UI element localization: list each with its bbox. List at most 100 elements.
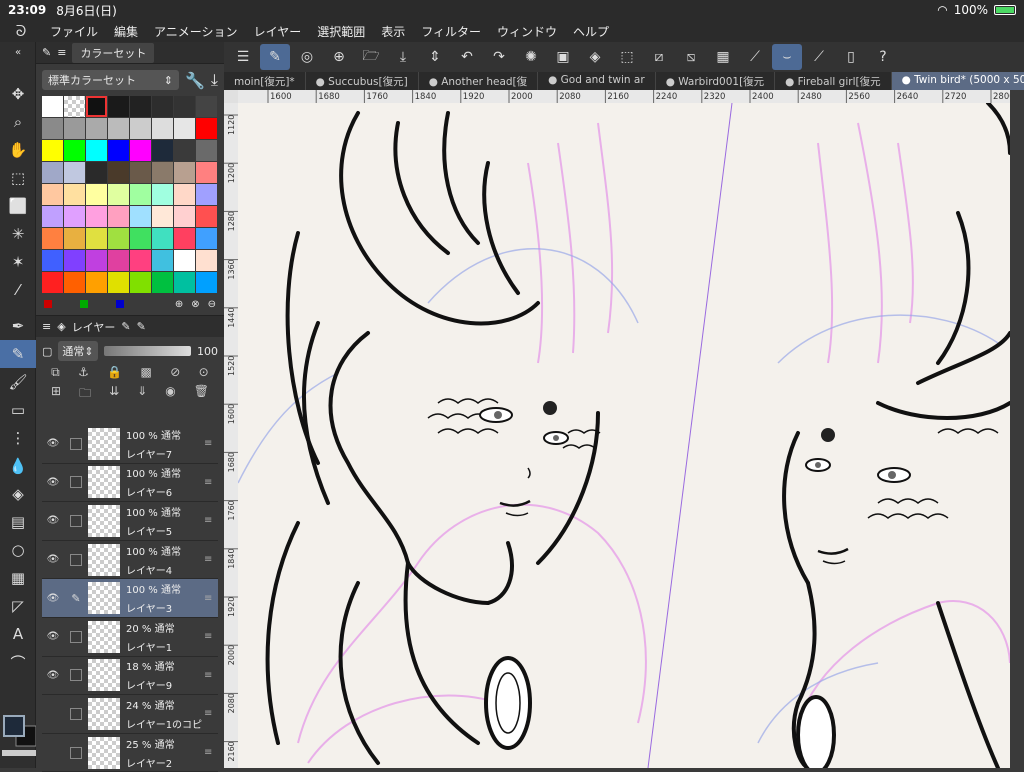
pen-pressure-icon[interactable]: ⟋ (804, 44, 834, 70)
layer-property-icon[interactable]: ✎ (121, 320, 130, 333)
color-swatch[interactable] (86, 118, 107, 139)
brush-icon[interactable]: ✎ (42, 46, 51, 59)
layer-row[interactable]: 👁 18 % 通常 レイヤー9 ≡ (42, 656, 218, 696)
smartphone-icon[interactable]: ▯ (836, 44, 866, 70)
color-swatch[interactable] (174, 140, 195, 161)
drag-handle-icon[interactable]: ≡ (204, 438, 218, 449)
stroke-correction-icon[interactable]: ⟋ (740, 44, 770, 70)
drag-handle-icon[interactable]: ≡ (204, 631, 218, 642)
color-swatch[interactable] (42, 184, 63, 205)
color-swatch[interactable] (130, 206, 151, 227)
color-swatch[interactable] (42, 140, 63, 161)
transform-icon[interactable]: ⬚ (612, 44, 642, 70)
save-icon[interactable]: ⤓ (388, 44, 418, 70)
color-swatch[interactable] (196, 206, 217, 227)
color-swatch[interactable] (108, 140, 129, 161)
snap-off-icon[interactable]: ⧄ (644, 44, 674, 70)
opacity-value[interactable]: 100 (197, 345, 218, 358)
color-swatch[interactable] (152, 140, 173, 161)
color-swatch[interactable] (86, 206, 107, 227)
tab-doc[interactable]: ● Another head[復 (419, 72, 539, 90)
color-swatch[interactable] (196, 118, 217, 139)
color-swatch[interactable] (86, 272, 107, 293)
color-swatch[interactable] (130, 162, 151, 183)
brush-tool-icon[interactable]: 🖌 (0, 368, 36, 396)
menu-animation[interactable]: アニメーション (146, 23, 246, 40)
eraser-tool-icon[interactable]: ▭ (0, 396, 36, 424)
color-swatch[interactable] (196, 250, 217, 271)
add-color-variant-icon[interactable]: ⊗ (191, 299, 199, 310)
fill-icon[interactable]: ◈ (580, 44, 610, 70)
menu-file[interactable]: ファイル (42, 23, 106, 40)
menu-window[interactable]: ウィンドウ (489, 23, 565, 40)
color-swatch[interactable] (152, 228, 173, 249)
color-swatch[interactable] (86, 162, 107, 183)
color-swatch[interactable] (86, 140, 107, 161)
color-swatch[interactable] (86, 184, 107, 205)
color-swatch[interactable] (108, 228, 129, 249)
blend-tool-icon[interactable]: 💧 (0, 452, 36, 480)
hand-tool-icon[interactable]: ✋ (0, 136, 36, 164)
menu-layer[interactable]: レイヤー (246, 23, 310, 40)
color-swatch[interactable] (108, 96, 129, 117)
frame-tool-icon[interactable]: ▦ (0, 564, 36, 592)
color-swatch[interactable] (174, 184, 195, 205)
redo-icon[interactable]: ↷ (484, 44, 514, 70)
tab-doc[interactable]: ● Succubus[復元] (306, 72, 419, 90)
snap-grid-icon[interactable]: ▦ (708, 44, 738, 70)
color-swatch[interactable] (42, 162, 63, 183)
visibility-eye-icon[interactable]: 👁 (42, 515, 64, 526)
reference-icon[interactable]: ⚓ (78, 365, 89, 380)
new-folder-icon[interactable]: 🗀 (79, 384, 91, 405)
panel-menu-icon[interactable]: ≡ (42, 320, 51, 333)
color-swatch[interactable] (130, 250, 151, 271)
color-swatch[interactable] (152, 96, 173, 117)
visibility-eye-icon[interactable]: 👁 (42, 593, 64, 604)
color-swatch[interactable] (42, 272, 63, 293)
layer-mask-icon[interactable]: ◉ (165, 384, 175, 405)
panel-menu-icon[interactable]: ≡ (57, 46, 66, 59)
open-file-icon[interactable]: 🗁 (356, 44, 386, 70)
color-swatch[interactable] (64, 272, 85, 293)
selection-tool-icon[interactable]: ⬜ (0, 192, 36, 220)
color-swatch[interactable] (130, 184, 151, 205)
delete-layer-icon[interactable]: 🗑 (194, 384, 209, 405)
snap-ruler-icon[interactable]: ⧅ (676, 44, 706, 70)
loading-icon[interactable]: ✺ (516, 44, 546, 70)
color-swatch[interactable] (130, 272, 151, 293)
colorset-select[interactable]: 標準カラーセット ⇕ (42, 70, 179, 90)
blend-mode-select[interactable]: 通常 ⇕ (58, 341, 98, 361)
color-swatch[interactable] (152, 118, 173, 139)
shape-tool-icon[interactable]: ○ (0, 536, 36, 564)
layer-row[interactable]: 25 % 通常 レイヤー2 ≡ (42, 733, 218, 772)
color-swatch[interactable] (152, 250, 173, 271)
color-swatch[interactable] (42, 118, 63, 139)
drag-handle-icon[interactable]: ≡ (204, 554, 218, 565)
color-swatch[interactable] (64, 118, 85, 139)
gesture-icon[interactable]: ◎ (292, 44, 322, 70)
color-swatch[interactable] (174, 118, 195, 139)
color-swatch[interactable] (196, 96, 217, 117)
layer-lock-checkbox[interactable] (70, 630, 82, 643)
lock-icon[interactable]: 🔒 (107, 365, 122, 380)
edit-mode-icon[interactable]: ✎ (260, 44, 290, 70)
balloon-tool-icon[interactable]: ⌒ (0, 648, 36, 676)
wrench-icon[interactable]: 🔧 (185, 71, 205, 90)
visibility-eye-icon[interactable]: 👁 (42, 438, 64, 449)
deselect-icon[interactable]: ▣ (548, 44, 578, 70)
color-swatch[interactable] (86, 96, 107, 117)
color-swatch[interactable] (42, 228, 63, 249)
color-swatch[interactable] (174, 206, 195, 227)
new-raster-layer-icon[interactable]: ⊞ (51, 384, 61, 405)
tab-colorset[interactable]: カラーセット (72, 42, 155, 63)
new-file-icon[interactable]: ⊕ (324, 44, 354, 70)
layer-lock-checkbox[interactable] (70, 437, 82, 450)
color-swatch[interactable] (152, 184, 173, 205)
visibility-eye-icon[interactable]: 👁 (42, 670, 64, 681)
layer-row[interactable]: 👁 100 % 通常 レイヤー6 ≡ (42, 463, 218, 503)
transfer-down-icon[interactable]: ⇊ (109, 384, 119, 405)
visibility-eye-icon[interactable]: 👁 (42, 477, 64, 488)
color-swatch[interactable] (42, 250, 63, 271)
color-swatch[interactable] (64, 228, 85, 249)
color-swatch[interactable] (64, 250, 85, 271)
